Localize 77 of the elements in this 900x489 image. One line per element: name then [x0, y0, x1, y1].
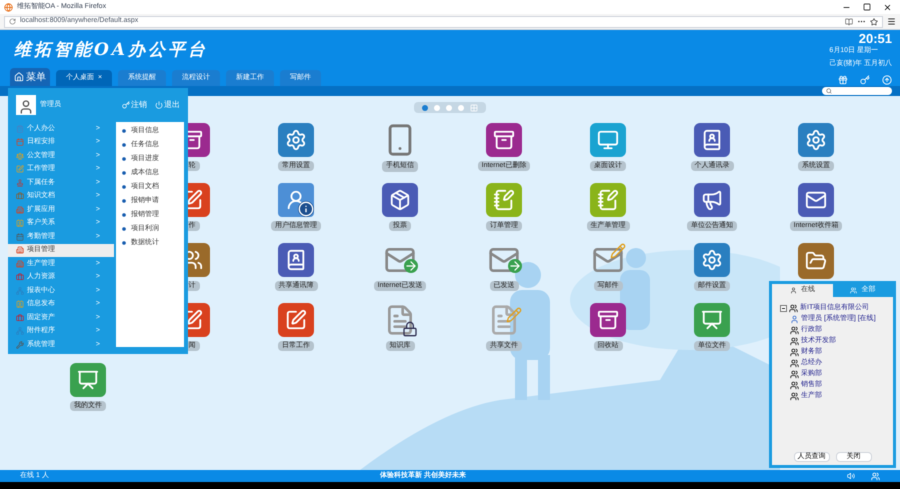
group-icon	[790, 348, 799, 357]
bullet-icon	[122, 143, 126, 147]
folder-icon[interactable]	[798, 243, 834, 279]
user-icon	[790, 287, 797, 294]
edit-icon[interactable]	[278, 303, 314, 336]
group-icon	[790, 359, 799, 368]
gift-icon[interactable]	[838, 75, 848, 85]
box-icon[interactable]	[382, 183, 418, 216]
scale-icon	[16, 152, 24, 160]
user-info-icon	[278, 183, 314, 216]
group-icon	[790, 326, 799, 335]
edit-icon	[16, 165, 24, 174]
notepad-icon[interactable]	[590, 183, 626, 216]
home-icon	[14, 72, 24, 82]
presentation-icon[interactable]	[70, 363, 106, 396]
briefcase-icon	[16, 192, 24, 200]
group-icon	[790, 370, 799, 379]
speaker-icon[interactable]	[847, 472, 855, 480]
user-icon	[790, 315, 799, 324]
browser-logo-icon	[4, 2, 13, 12]
briefcase-icon	[16, 314, 24, 322]
tray-icon[interactable]	[486, 123, 522, 156]
contact-card-icon	[16, 219, 24, 228]
gear-icon[interactable]	[278, 123, 314, 156]
clock-time: 20:51	[858, 32, 892, 46]
address-book-icon[interactable]	[694, 123, 730, 156]
tools-icon	[16, 340, 24, 349]
bullet-icon	[122, 227, 126, 231]
notepad-icon[interactable]	[486, 183, 522, 216]
avatar	[16, 95, 36, 115]
key-icon	[122, 101, 130, 109]
bullet-icon	[122, 185, 126, 189]
building-icon	[16, 260, 24, 268]
bullet-icon	[122, 199, 126, 203]
monitor-icon[interactable]	[590, 123, 626, 156]
building-icon	[16, 246, 24, 254]
bullet-icon	[122, 213, 126, 217]
briefcase-icon	[16, 273, 24, 282]
contact-card-icon	[16, 300, 24, 308]
menu-icon[interactable]	[887, 17, 896, 26]
reader-icon[interactable]	[845, 18, 853, 26]
gear-icon[interactable]	[694, 243, 730, 276]
calendar-icon	[16, 138, 24, 146]
group-icon	[790, 392, 799, 401]
bullet-icon	[122, 129, 126, 133]
megaphone-icon[interactable]	[694, 183, 730, 216]
search-icon	[826, 88, 832, 94]
menu-button[interactable]: 菜单	[10, 68, 50, 86]
app-logo: 维拓智能OA办公平台	[13, 39, 209, 62]
clipboard-icon	[16, 124, 24, 133]
bullet-icon	[122, 157, 126, 161]
envelope-icon[interactable]	[798, 183, 834, 216]
calendar-icon	[16, 232, 24, 241]
building-icon	[16, 206, 24, 214]
group-icon	[790, 381, 799, 390]
search-field[interactable]	[822, 87, 892, 95]
close-icon[interactable]	[883, 2, 892, 12]
presentation-icon[interactable]	[694, 303, 730, 336]
address-book-icon[interactable]	[278, 243, 314, 276]
bullet-icon	[122, 241, 126, 245]
upload-icon[interactable]	[882, 75, 892, 85]
gear-icon[interactable]	[798, 123, 834, 156]
stamp-icon	[16, 178, 24, 187]
key-icon[interactable]	[860, 75, 870, 85]
people-icon[interactable]	[871, 472, 880, 480]
network-icon	[16, 286, 24, 295]
group-icon	[850, 287, 858, 294]
tree-toggle[interactable]	[780, 305, 787, 312]
star-icon[interactable]	[870, 18, 878, 26]
tray-icon[interactable]	[590, 303, 626, 336]
restore-icon[interactable]	[863, 2, 871, 10]
power-icon	[155, 101, 163, 109]
reload-icon[interactable]	[9, 18, 16, 25]
group-icon	[789, 304, 798, 313]
bullet-icon	[122, 171, 126, 175]
group-icon	[790, 337, 799, 346]
network-icon	[16, 327, 24, 336]
